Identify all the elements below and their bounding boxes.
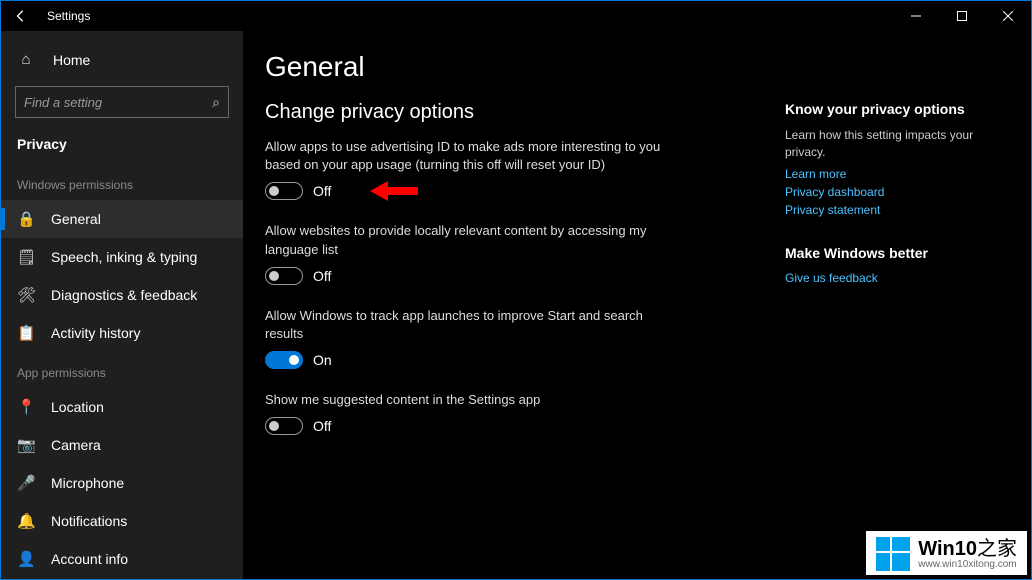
home-icon: ⌂ xyxy=(17,51,35,68)
toggle-row-language-list: Off xyxy=(265,267,785,285)
sidebar-section-label: App permissions xyxy=(1,352,243,388)
window-controls xyxy=(893,1,1031,31)
setting-desc-suggested-content: Show me suggested content in the Setting… xyxy=(265,391,665,409)
app-title: Settings xyxy=(47,9,90,23)
titlebar: Settings xyxy=(1,1,1031,31)
speech-icon: 🗒 xyxy=(17,248,35,266)
titlebar-left: Settings xyxy=(9,4,90,28)
camera-icon: 📷 xyxy=(17,436,35,454)
sidebar-item-account-info[interactable]: 👤 Account info xyxy=(1,540,243,578)
aside-title: Know your privacy options xyxy=(785,101,980,117)
search-icon: ⌕ xyxy=(212,94,220,111)
sidebar-item-notifications[interactable]: 🔔 Notifications xyxy=(1,502,243,540)
aside-link[interactable]: Give us feedback xyxy=(785,271,980,285)
windows-logo-icon xyxy=(876,537,910,571)
watermark-url: www.win10xitong.com xyxy=(918,559,1017,570)
toggle-track-launches[interactable] xyxy=(265,351,303,369)
aside-link[interactable]: Learn more xyxy=(785,167,980,181)
search-box[interactable]: ⌕ xyxy=(15,86,229,118)
minimize-button[interactable] xyxy=(893,1,939,31)
sidebar-item-microphone[interactable]: 🎤 Microphone xyxy=(1,464,243,502)
back-button[interactable] xyxy=(9,4,33,28)
toggle-state-label: Off xyxy=(313,268,331,284)
location-icon: 📍 xyxy=(17,398,35,416)
activity-history-icon: 📋 xyxy=(17,324,35,342)
home-nav[interactable]: ⌂ Home xyxy=(1,41,243,78)
annotation-arrow-icon xyxy=(370,179,420,208)
aside-link[interactable]: Privacy dashboard xyxy=(785,185,980,199)
sidebar-item-label: General xyxy=(51,211,101,227)
sidebar-item-label: Activity history xyxy=(51,325,140,341)
content-area: General Change privacy options Allow app… xyxy=(265,51,785,579)
sidebar-item-label: Speech, inking & typing xyxy=(51,249,197,265)
aside-title: Make Windows better xyxy=(785,245,980,261)
toggle-row-advertising-id: Off xyxy=(265,182,785,200)
watermark-brand: Win10 xyxy=(918,538,977,560)
toggle-row-track-launches: On xyxy=(265,351,785,369)
sidebar-item-location[interactable]: 📍 Location xyxy=(1,388,243,426)
sidebar-item-diagnostics[interactable]: 🛠 Diagnostics & feedback xyxy=(1,276,243,314)
toggle-language-list[interactable] xyxy=(265,267,303,285)
page-title: General xyxy=(265,51,785,83)
setting-desc-advertising-id: Allow apps to use advertising ID to make… xyxy=(265,138,665,174)
search-input[interactable] xyxy=(24,95,212,110)
aside-block: Know your privacy options Learn how this … xyxy=(785,101,980,217)
aside-link[interactable]: Privacy statement xyxy=(785,203,980,217)
watermark: Win10之家 www.win10xitong.com xyxy=(866,531,1027,575)
main-panel: General Change privacy options Allow app… xyxy=(243,31,1031,579)
general-icon: 🔒 xyxy=(17,210,35,228)
setting-desc-language-list: Allow websites to provide locally releva… xyxy=(265,222,665,258)
toggle-state-label: Off xyxy=(313,418,331,434)
section-title: Change privacy options xyxy=(265,101,785,124)
sidebar-item-label: Account info xyxy=(51,551,128,567)
microphone-icon: 🎤 xyxy=(17,474,35,492)
toggle-advertising-id[interactable] xyxy=(265,182,303,200)
sidebar-item-label: Camera xyxy=(51,437,101,453)
sidebar-item-camera[interactable]: 📷 Camera xyxy=(1,426,243,464)
sidebar-item-label: Microphone xyxy=(51,475,124,491)
toggle-row-suggested-content: Off xyxy=(265,417,785,435)
toggle-state-label: Off xyxy=(313,183,331,199)
sidebar-item-activity-history[interactable]: 📋 Activity history xyxy=(1,314,243,352)
toggle-suggested-content[interactable] xyxy=(265,417,303,435)
aside-text: Learn how this setting impacts your priv… xyxy=(785,127,980,161)
sidebar-item-label: Notifications xyxy=(51,513,127,529)
sidebar-item-speech[interactable]: 🗒 Speech, inking & typing xyxy=(1,238,243,276)
diagnostics-icon: 🛠 xyxy=(17,286,35,304)
sidebar: ⌂ Home ⌕ Privacy Windows permissions 🔒 Gen… xyxy=(1,31,243,579)
aside-block: Make Windows better Give us feedback xyxy=(785,245,980,285)
maximize-button[interactable] xyxy=(939,1,985,31)
sidebar-item-label: Location xyxy=(51,399,104,415)
watermark-suffix: 之家 xyxy=(977,538,1017,560)
notifications-icon: 🔔 xyxy=(17,512,35,530)
setting-desc-track-launches: Allow Windows to track app launches to i… xyxy=(265,307,665,343)
sidebar-section-label: Windows permissions xyxy=(1,164,243,200)
sidebar-category: Privacy xyxy=(1,128,243,164)
sidebar-item-label: Diagnostics & feedback xyxy=(51,287,197,303)
home-label: Home xyxy=(53,52,90,68)
account-info-icon: 👤 xyxy=(17,550,35,568)
sidebar-item-general[interactable]: 🔒 General xyxy=(1,200,243,238)
toggle-state-label: On xyxy=(313,352,332,368)
close-button[interactable] xyxy=(985,1,1031,31)
aside-panel: Know your privacy options Learn how this … xyxy=(785,51,1000,579)
